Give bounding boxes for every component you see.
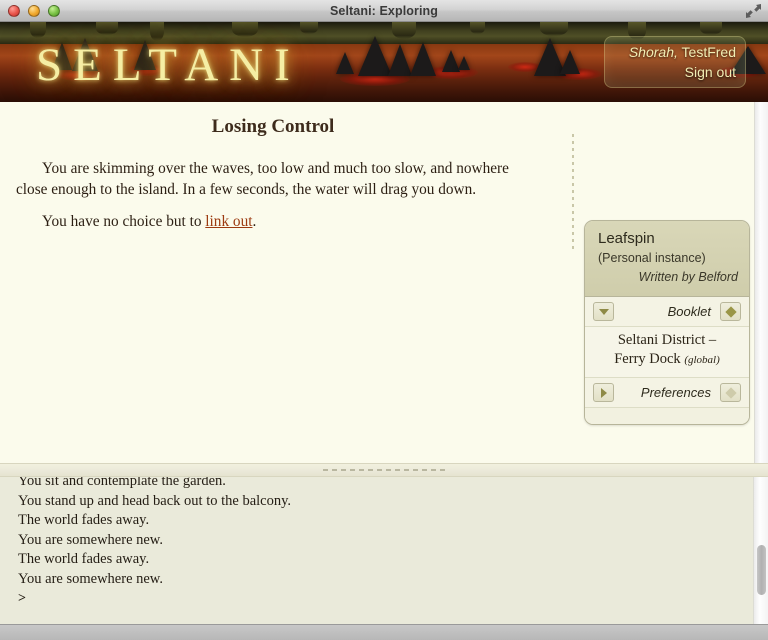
username: TestFred: [681, 44, 736, 60]
preferences-label: Preferences: [640, 385, 711, 400]
booklet-content: Seltani District – Ferry Dock (global): [585, 327, 749, 378]
app-window: Seltani: Exploring SELTANI Shorah, TestF…: [0, 0, 768, 640]
instance-panel-footer: [585, 408, 749, 424]
location-line-1: Seltani District –: [617, 332, 717, 348]
content-divider: [572, 134, 574, 249]
fullscreen-icon[interactable]: [745, 3, 762, 19]
log-line: You are somewhere new.: [18, 531, 163, 548]
sign-out-link[interactable]: Sign out: [685, 62, 736, 82]
instance-author: Written by Belford: [638, 270, 738, 284]
scrollbar-thumb[interactable]: [757, 545, 766, 595]
page-title: Losing Control: [211, 116, 335, 137]
story-paragraph-2-lead: You have no choice but to: [42, 213, 206, 230]
booklet-row[interactable]: Booklet: [585, 297, 749, 327]
log-line: The world fades away.: [18, 512, 150, 528]
story-paragraph-1: You are skimming over the waves, too low…: [16, 160, 509, 198]
rock-peak: [388, 44, 412, 76]
event-log: You sit and contemplate the garden. You …: [0, 477, 768, 624]
pane-splitter[interactable]: [0, 463, 768, 477]
triangle-right-icon[interactable]: [593, 383, 614, 402]
ceiling-drip: [96, 22, 118, 35]
instance-title: Leafspin: [598, 230, 655, 247]
rock-peak: [410, 42, 436, 76]
instance-kind: (Personal instance): [598, 251, 706, 265]
rock-peak: [358, 36, 392, 76]
main-content-pane: Losing Control You are skimming over the…: [0, 102, 768, 463]
greeting-line: Shorah, TestFred: [605, 42, 736, 62]
ceiling-drip: [232, 22, 258, 37]
story-text-area: Losing Control You are skimming over the…: [0, 102, 572, 463]
preferences-row[interactable]: Preferences: [585, 378, 749, 408]
window-title: Seltani: Exploring: [329, 3, 439, 18]
triangle-down-icon[interactable]: [593, 302, 614, 321]
event-log-scrollbar[interactable]: [753, 477, 768, 624]
greeting-prefix: Shorah,: [628, 44, 678, 60]
diamond-filled-icon[interactable]: [720, 302, 741, 321]
ceiling-drip: [540, 22, 568, 36]
seltani-logo: SELTANI: [36, 39, 301, 91]
window-titlebar: Seltani: Exploring: [0, 0, 768, 22]
command-prompt[interactable]: >: [18, 589, 748, 609]
ceiling-drip: [470, 22, 485, 34]
location-name: Ferry Dock: [614, 351, 681, 367]
log-line: You are somewhere new.: [18, 570, 163, 587]
rock-peak: [458, 56, 470, 70]
rock-peak: [560, 50, 580, 74]
ceiling-drip: [30, 22, 46, 38]
main-pane-scrollbar[interactable]: [754, 102, 768, 463]
story-paragraph-2-tail: .: [252, 213, 257, 230]
ceiling-drip: [392, 22, 416, 39]
location-line-2: Ferry Dock (global): [593, 350, 741, 370]
booklet-label: Booklet: [667, 304, 711, 319]
link-out-link[interactable]: link out: [205, 213, 252, 230]
log-line: You sit and contemplate the garden.: [18, 477, 226, 489]
rock-peak: [336, 52, 354, 74]
instance-panel: Leafspin (Personal instance) Written by …: [584, 220, 750, 425]
user-session-box: Shorah, TestFred Sign out: [604, 36, 746, 88]
splitter-grip-icon[interactable]: [323, 469, 445, 471]
log-line: You stand up and head back out to the ba…: [18, 492, 292, 509]
story-paragraph-2: You have no choice but to link out.: [16, 211, 530, 232]
site-banner: SELTANI Shorah, TestFred Sign out: [0, 22, 768, 102]
instance-panel-header: Leafspin (Personal instance) Written by …: [585, 221, 749, 297]
diamond-pale-icon[interactable]: [720, 383, 741, 402]
log-line: The world fades away.: [18, 551, 150, 567]
ceiling-drip: [700, 22, 722, 35]
window-bottom-chrome: [0, 624, 768, 640]
ceiling-drip: [300, 22, 318, 34]
location-scope: (global): [684, 354, 720, 366]
